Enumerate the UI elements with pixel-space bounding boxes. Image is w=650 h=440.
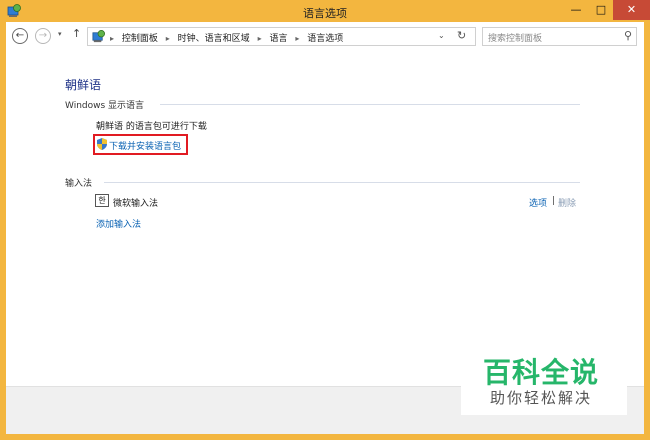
search-placeholder: 搜索控制面板	[488, 34, 543, 44]
address-history-dropdown[interactable]: ⌄	[438, 31, 445, 40]
back-button[interactable]: ←	[12, 28, 28, 44]
download-language-pack-link[interactable]: 下载并安装语言包	[109, 139, 181, 152]
refresh-icon[interactable]: ↻	[457, 29, 466, 42]
up-button[interactable]: ↑	[72, 27, 81, 40]
breadcrumb-item-control-panel[interactable]: 控制面板	[122, 34, 158, 44]
breadcrumb-separator[interactable]: ▸	[295, 34, 299, 43]
search-input[interactable]: 搜索控制面板 ⚲	[482, 27, 637, 46]
breadcrumb-separator[interactable]: ▸	[110, 34, 114, 43]
breadcrumb-item-clock-language-region[interactable]: 时钟、语言和区域	[178, 34, 250, 44]
search-icon[interactable]: ⚲	[624, 29, 632, 42]
breadcrumb-item-language-options[interactable]: 语言选项	[307, 34, 343, 44]
forward-button[interactable]: →	[35, 28, 51, 44]
ime-delete-link[interactable]: 删除	[558, 196, 576, 209]
display-language-heading: Windows 显示语言	[65, 101, 145, 111]
breadcrumb-separator[interactable]: ▸	[258, 34, 262, 43]
language-pack-status: 朝鲜语 的语言包可进行下载	[96, 122, 207, 132]
minimize-button[interactable]: —	[563, 0, 589, 20]
close-button[interactable]: ✕	[613, 0, 650, 20]
control-panel-icon	[92, 30, 105, 43]
watermark: 百科全说 助你轻松解决	[461, 347, 627, 415]
breadcrumb-separator[interactable]: ▸	[166, 34, 170, 43]
uac-shield-icon	[97, 138, 107, 150]
add-input-method-link[interactable]: 添加输入法	[96, 217, 141, 230]
maximize-button[interactable]: □	[589, 0, 613, 20]
korean-ime-icon: 한	[95, 194, 109, 207]
watermark-title: 百科全说	[483, 356, 600, 389]
recent-locations-dropdown[interactable]: ▾	[58, 30, 62, 38]
navigation-bar: ← → ▾ ↑ ▸ 控制面板 ▸ 时钟、语言和区域 ▸ 语言 ▸ 语言选项 ⌄ …	[6, 22, 644, 50]
watermark-subtitle: 助你轻松解决	[490, 389, 593, 407]
ime-name: 微软输入法	[113, 199, 159, 209]
page-title: 朝鲜语	[65, 78, 102, 92]
breadcrumb-item-language[interactable]: 语言	[269, 34, 287, 44]
breadcrumb: ▸ 控制面板 ▸ 时钟、语言和区域 ▸ 语言 ▸ 语言选项	[110, 31, 348, 44]
address-bar[interactable]: ▸ 控制面板 ▸ 时钟、语言和区域 ▸ 语言 ▸ 语言选项 ⌄ ↻	[87, 27, 476, 46]
section-divider	[104, 182, 580, 183]
input-method-heading: 输入法	[65, 179, 93, 189]
window-title: 语言选项	[303, 7, 347, 20]
title-bar[interactable]: 语言选项 — □ ✕	[0, 0, 650, 22]
ime-options-link[interactable]: 选项	[529, 196, 547, 209]
section-divider	[160, 104, 580, 105]
link-divider: |	[552, 196, 556, 206]
